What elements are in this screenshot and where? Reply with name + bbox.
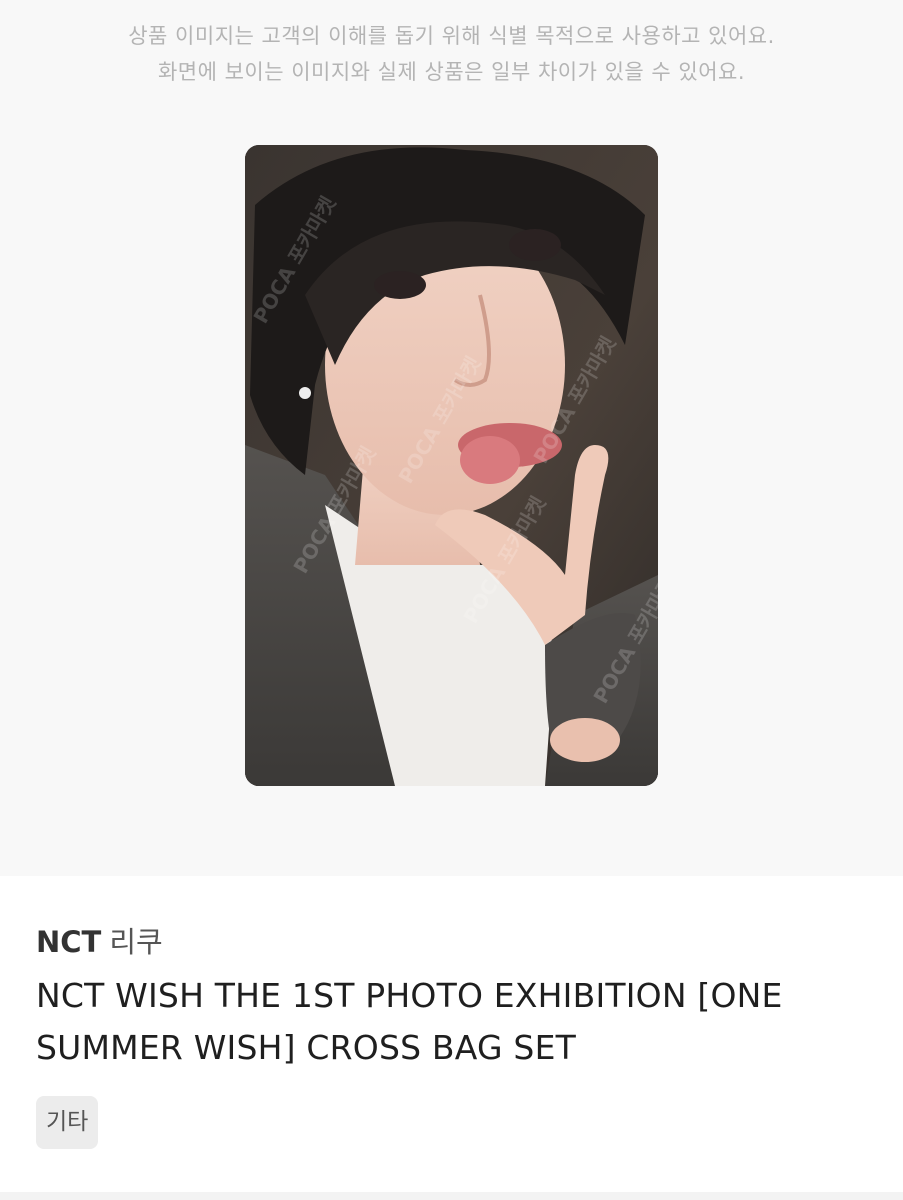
product-title-line-1: NCT WISH THE 1ST PHOTO EXHIBITION [ONE [36, 976, 783, 1015]
image-notice-line-1: 상품 이미지는 고객의 이해를 돕기 위해 식별 목적으로 사용하고 있어요. [128, 24, 775, 48]
section-divider [0, 1192, 903, 1200]
brand-line: NCT 리쿠 [36, 918, 876, 966]
product-title-line-2: SUMMER WISH] CROSS BAG SET [36, 1028, 576, 1067]
brand-name[interactable]: NCT [36, 925, 101, 959]
product-title: NCT WISH THE 1ST PHOTO EXHIBITION [ONE S… [36, 970, 876, 1074]
product-detail-page: 상품 이미지는 고객의 이해를 돕기 위해 식별 목적으로 사용하고 있어요. … [0, 0, 903, 1200]
image-notice-line-2: 화면에 보이는 이미지와 실제 상품은 일부 차이가 있을 수 있어요. [157, 60, 746, 84]
product-photo[interactable]: POCA 포카마켓 POCA 포카마켓 POCA 포카마켓 POCA 포카마켓 … [245, 145, 658, 786]
category-tag[interactable]: 기타 [36, 1096, 99, 1149]
product-image-area: 상품 이미지는 고객의 이해를 돕기 위해 식별 목적으로 사용하고 있어요. … [0, 0, 903, 876]
product-info: NCT 리쿠 NCT WISH THE 1ST PHOTO EXHIBITION … [36, 918, 876, 1149]
member-name[interactable]: 리쿠 [109, 925, 162, 959]
photocard-illustration: POCA 포카마켓 POCA 포카마켓 POCA 포카마켓 POCA 포카마켓 … [245, 145, 658, 786]
image-notice: 상품 이미지는 고객의 이해를 돕기 위해 식별 목적으로 사용하고 있어요. … [0, 18, 903, 90]
